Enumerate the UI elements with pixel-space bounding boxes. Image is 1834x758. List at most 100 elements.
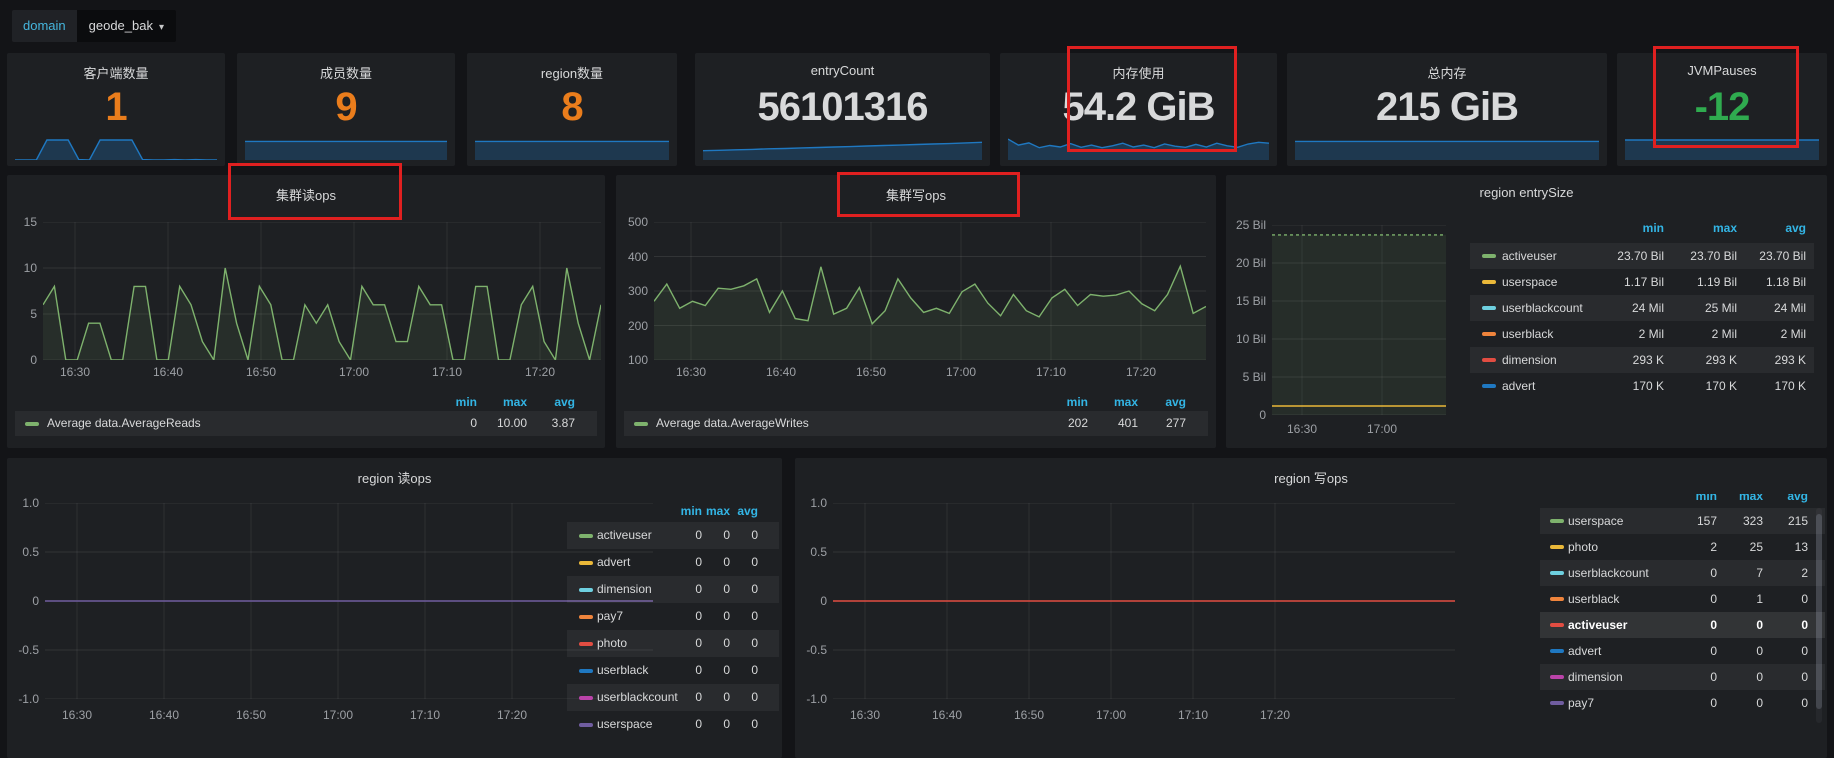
legend-row[interactable]: advert170 K170 K170 K: [1470, 373, 1814, 399]
legend-row[interactable]: userspace1.17 Bil1.19 Bil1.18 Bil: [1470, 269, 1814, 295]
series-avg: 0: [751, 657, 758, 684]
series-avg: 0: [1801, 664, 1808, 690]
series-label[interactable]: userblackcount: [1568, 560, 1649, 586]
series-label[interactable]: activeuser: [597, 522, 652, 549]
legend-header: minmaxavg: [624, 395, 1208, 409]
y-axis-tick: 500: [620, 215, 648, 229]
series-label[interactable]: Average data.AverageReads: [47, 411, 201, 436]
panel-title[interactable]: region 读ops: [7, 468, 782, 487]
legend-row[interactable]: userblackcount072: [1540, 560, 1825, 586]
legend-row[interactable]: userblack010: [1540, 586, 1825, 612]
y-axis-tick: 100: [620, 353, 648, 367]
legend-row[interactable]: dimension000: [567, 576, 779, 603]
legend-row[interactable]: Average data.AverageReads 0 10.00 3.87: [15, 411, 597, 436]
series-color-dash: [1482, 254, 1496, 258]
time-series-plot: [1272, 225, 1446, 415]
series-avg: 2 Mil: [1781, 321, 1806, 347]
series-avg: 0: [751, 576, 758, 603]
legend-row[interactable]: userspace000: [567, 711, 779, 738]
series-label[interactable]: userblackcount: [1502, 295, 1583, 321]
panel-title[interactable]: region entrySize: [1226, 185, 1827, 200]
series-label[interactable]: Average data.AverageWrites: [656, 411, 809, 436]
series-label[interactable]: userblackcount: [597, 684, 678, 711]
series-min: 202: [1068, 411, 1088, 436]
series-avg: 1.18 Bil: [1766, 269, 1806, 295]
series-max: 10.00: [497, 411, 527, 436]
series-label[interactable]: dimension: [597, 576, 652, 603]
legend-row[interactable]: pay7000: [1540, 690, 1825, 716]
panel-cluster-write-ops: 集群写ops minmaxavg Average data.AverageWri…: [616, 175, 1216, 448]
y-axis-tick: 400: [620, 250, 648, 264]
sparkline: [1008, 133, 1269, 160]
y-axis-tick: 0.5: [797, 545, 827, 559]
legend-row[interactable]: userblackcount24 Mil25 Mil24 Mil: [1470, 295, 1814, 321]
series-max: 25: [1750, 534, 1763, 560]
series-label[interactable]: advert: [1502, 373, 1535, 399]
series-label[interactable]: advert: [1568, 638, 1601, 664]
series-label[interactable]: activeuser: [1502, 243, 1557, 269]
legend-row[interactable]: advert000: [1540, 638, 1825, 664]
series-max: 0: [1756, 638, 1763, 664]
series-color-dash: [579, 669, 593, 673]
series-color-dash: [1550, 675, 1564, 679]
series-avg: 0: [751, 549, 758, 576]
stat-value: 215 GiB: [1287, 85, 1607, 130]
x-axis-tick: 16:50: [229, 708, 273, 722]
series-avg: 0: [751, 684, 758, 711]
series-min: 0: [695, 657, 702, 684]
series-label[interactable]: advert: [597, 549, 630, 576]
series-min: 1.17 Bil: [1624, 269, 1664, 295]
panel-title[interactable]: region 写ops: [795, 468, 1827, 487]
stat-value: 9: [237, 85, 455, 130]
legend-row[interactable]: dimension 0 0 0: [1540, 664, 1825, 690]
y-axis-tick: -1.0: [9, 692, 39, 706]
legend-row[interactable]: activeuser23.70 Bil23.70 Bil23.70 Bil: [1470, 243, 1814, 269]
legend-row[interactable]: activeuser000: [567, 522, 779, 549]
x-axis-tick: 16:50: [849, 365, 893, 379]
series-label[interactable]: pay7: [597, 603, 623, 630]
stat-panel-memory-used: 内存使用 54.2 GiB: [1000, 53, 1277, 166]
series-label[interactable]: userspace: [1568, 508, 1623, 534]
series-label[interactable]: userblack: [1502, 321, 1553, 347]
sparkline: [245, 133, 447, 160]
series-label[interactable]: dimension: [1502, 347, 1557, 373]
legend-row[interactable]: photo22513: [1540, 534, 1825, 560]
legend-row[interactable]: userblack000: [567, 657, 779, 684]
series-label[interactable]: userspace: [597, 711, 652, 738]
legend-row[interactable]: activeuser000: [1540, 612, 1825, 638]
stat-panel-jvm-pauses: JVMPauses -12: [1617, 53, 1827, 166]
legend-row[interactable]: Average data.AverageWrites 202 401 277: [624, 411, 1208, 436]
series-label[interactable]: userblack: [1568, 586, 1619, 612]
x-axis-tick: 16:30: [1280, 422, 1324, 436]
stat-panel-member-count: 成员数量 9: [237, 53, 455, 166]
series-max: 0: [1756, 690, 1763, 716]
legend-row[interactable]: userblack2 Mil2 Mil2 Mil: [1470, 321, 1814, 347]
stat-value: 1: [7, 85, 225, 130]
series-label[interactable]: pay7: [1568, 690, 1594, 716]
series-color-dash: [1550, 519, 1564, 523]
stat-title: region数量: [467, 63, 677, 82]
legend-row[interactable]: pay7000: [567, 603, 779, 630]
panel-title[interactable]: 集群写ops: [616, 185, 1216, 204]
panel-title[interactable]: 集群读ops: [7, 185, 605, 204]
series-min: 2 Mil: [1639, 321, 1664, 347]
series-label[interactable]: activeuser: [1568, 612, 1627, 638]
series-label[interactable]: userblack: [597, 657, 648, 684]
series-color-dash: [579, 642, 593, 646]
chevron-down-icon: ▾: [159, 22, 164, 33]
x-axis-tick: 17:00: [939, 365, 983, 379]
series-min: 0: [1710, 664, 1717, 690]
legend-row[interactable]: userblackcount000: [567, 684, 779, 711]
series-min: 0: [695, 684, 702, 711]
series-max: 0: [1756, 664, 1763, 690]
panel-region-read-ops: region 读ops 1.00.50-0.5-1.016:3016:4016:…: [7, 458, 782, 758]
variable-dropdown[interactable]: geode_bak▾: [77, 10, 176, 42]
legend-row[interactable]: dimension293 K293 K293 K: [1470, 347, 1814, 373]
legend-row[interactable]: userspace157323215: [1540, 508, 1825, 534]
legend-row[interactable]: advert000: [567, 549, 779, 576]
series-label[interactable]: userspace: [1502, 269, 1557, 295]
series-label[interactable]: dimension: [1568, 664, 1623, 690]
series-label[interactable]: photo: [597, 630, 627, 657]
series-label[interactable]: photo: [1568, 534, 1598, 560]
legend-row[interactable]: photo000: [567, 630, 779, 657]
